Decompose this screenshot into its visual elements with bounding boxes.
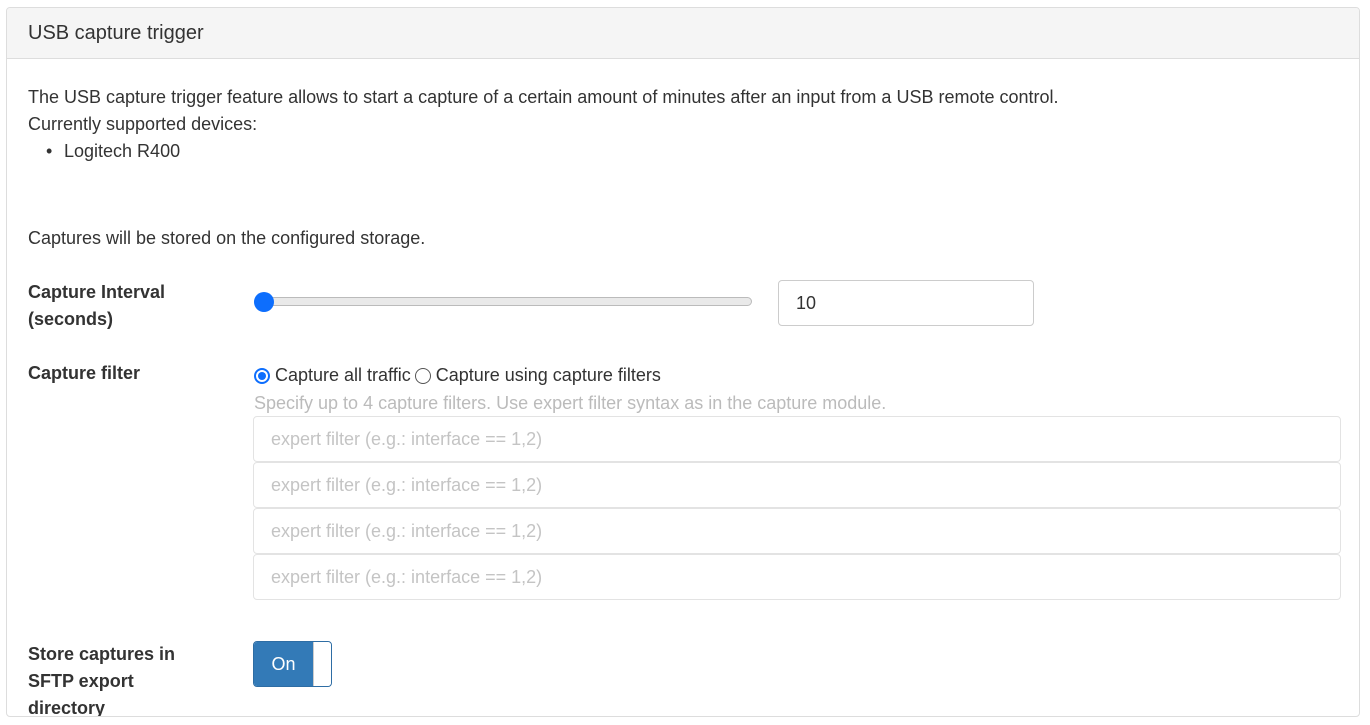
sftp-export-toggle[interactable]: On (253, 641, 332, 687)
device-list: Logitech R400 (28, 138, 1059, 165)
device-item: Logitech R400 (46, 138, 1059, 165)
usb-capture-trigger-panel: USB capture trigger The USB capture trig… (6, 7, 1360, 717)
expert-filter-input-1[interactable]: expert filter (e.g.: interface == 1,2) (253, 416, 1341, 462)
toggle-handle[interactable] (313, 642, 331, 686)
sftp-export-label: Store captures in SFTP export directory (28, 644, 176, 717)
expert-filter-input-4[interactable]: expert filter (e.g.: interface == 1,2) (253, 554, 1341, 600)
panel-title: USB capture trigger (7, 8, 1359, 59)
expert-filter-input-3[interactable]: expert filter (e.g.: interface == 1,2) (253, 508, 1341, 554)
capture-filter-label: Capture filter (28, 363, 141, 383)
capture-filter-options: Capture all traffic Capture using captur… (254, 362, 665, 389)
expert-filter-input-2[interactable]: expert filter (e.g.: interface == 1,2) (253, 462, 1341, 508)
capture-interval-slider-thumb[interactable] (254, 292, 274, 312)
capture-using-filters-label[interactable]: Capture using capture filters (436, 362, 661, 389)
capture-interval-slider[interactable] (254, 297, 752, 306)
capture-interval-label: Capture Interval (seconds) (28, 282, 166, 329)
storage-note: Captures will be stored on the configure… (28, 228, 426, 248)
supported-devices-heading: Currently supported devices: (28, 114, 258, 134)
capture-interval-input[interactable]: 10 (778, 280, 1034, 326)
toggle-on-label[interactable]: On (254, 642, 313, 686)
capture-using-filters-radio[interactable] (414, 367, 431, 384)
capture-filter-help: Specify up to 4 capture filters. Use exp… (254, 393, 887, 413)
capture-all-traffic-label[interactable]: Capture all traffic (275, 362, 411, 389)
description: The USB capture trigger feature allows t… (28, 84, 1059, 165)
capture-all-traffic-radio[interactable] (254, 367, 270, 384)
description-text: The USB capture trigger feature allows t… (28, 87, 1059, 107)
